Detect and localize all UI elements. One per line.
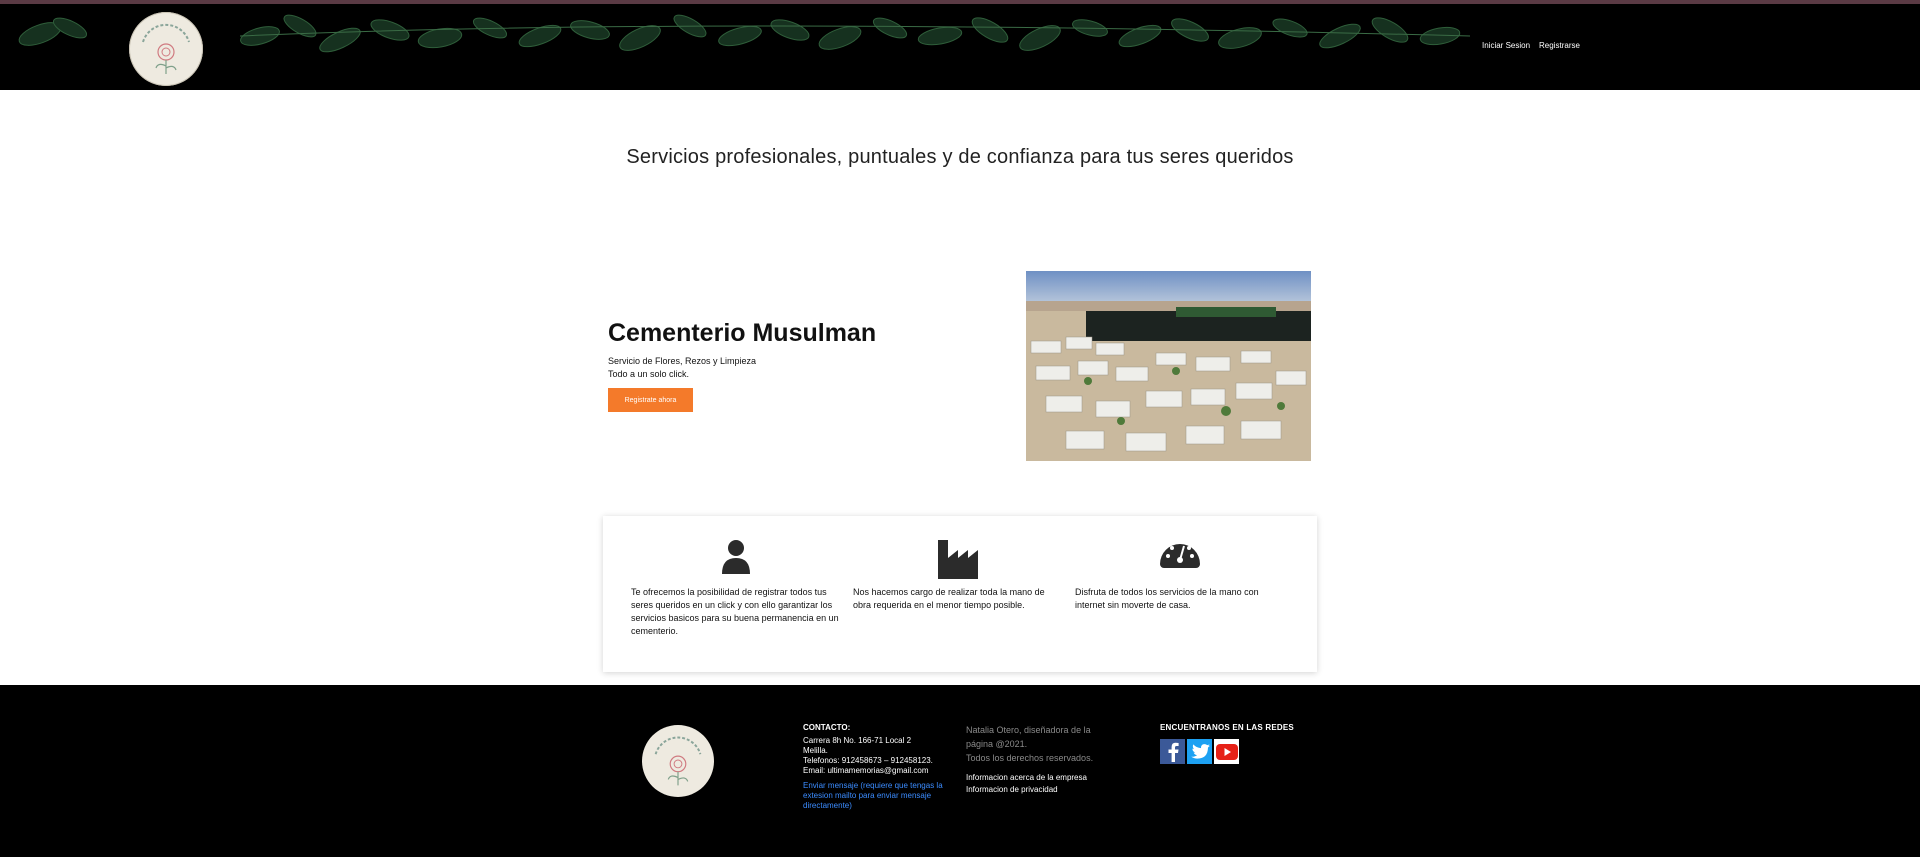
twitter-icon[interactable] (1187, 739, 1212, 764)
footer-social: ENCUENTRANOS EN LAS REDES (1160, 723, 1294, 764)
hero-tagline: Servicios profesionales, puntuales y de … (626, 146, 1294, 168)
youtube-icon[interactable] (1214, 739, 1239, 764)
footer-credits: Natalia Otero, diseñadora de la página @… (966, 723, 1106, 796)
credits-line2: Todos los derechos reservados. (966, 753, 1094, 763)
speedometer-icon (1075, 538, 1285, 582)
contact-heading: CONTACTO: (803, 723, 851, 732)
cemetery-photo (1026, 271, 1311, 461)
site-header: Iniciar Sesion Registrarse (0, 0, 1920, 90)
site-footer: CONTACTO: Carrera 8h No. 166-71 Local 2 … (0, 685, 1920, 857)
feature-subtitle-line1: Servicio de Flores, Rezos y Limpieza (608, 356, 757, 366)
login-link[interactable]: Iniciar Sesion (1482, 41, 1530, 50)
feature-subtitle-line2: Todo a un solo click. (608, 369, 690, 379)
facebook-icon[interactable] (1160, 739, 1185, 764)
feature-card-text: Disfruta de todos los servicios de la ma… (1075, 587, 1259, 610)
email: Email: ultimamemorias@gmail.com (803, 766, 929, 775)
privacy-link[interactable]: Informacion de privacidad (966, 784, 1106, 796)
send-message-link[interactable]: Enviar mensaje (requiere que tengas la e… (803, 781, 943, 811)
about-link[interactable]: Informacion acerca de la empresa (966, 772, 1106, 784)
feature-card-labor: Nos hacemos cargo de realizar toda la ma… (853, 538, 1063, 612)
feature-card-text: Te ofrecemos la posibilidad de registrar… (631, 587, 839, 636)
address-line1: Carrera 8h No. 166-71 Local 2 (803, 736, 912, 745)
top-nav: Iniciar Sesion Registrarse (1482, 41, 1580, 50)
social-heading: ENCUENTRANOS EN LAS REDES (1160, 723, 1294, 732)
feature-title: Cementerio Musulman (608, 319, 877, 347)
register-now-button[interactable]: Registrate ahora (608, 388, 693, 412)
feature-card-online: Disfruta de todos los servicios de la ma… (1075, 538, 1285, 612)
feature-card-text: Nos hacemos cargo de realizar toda la ma… (853, 587, 1045, 610)
footer-contact: CONTACTO: Carrera 8h No. 166-71 Local 2 … (803, 723, 943, 811)
leaf-pattern-decoration (18, 14, 1471, 53)
footer-links: Informacion acerca de la empresa Informa… (966, 772, 1106, 796)
site-logo[interactable] (129, 12, 203, 86)
credits-line1: Natalia Otero, diseñadora de la página @… (966, 725, 1091, 749)
footer-logo[interactable] (642, 725, 714, 797)
factory-icon (853, 538, 1063, 582)
features-card-panel: Te ofrecemos la posibilidad de registrar… (603, 516, 1317, 672)
phones: Telefonos: 912458673 – 912458123. (803, 756, 933, 765)
feature-card-register: Te ofrecemos la posibilidad de registrar… (631, 538, 841, 638)
social-icons (1160, 739, 1294, 764)
user-icon (631, 538, 841, 582)
address-line2: Melilla. (803, 746, 828, 755)
header-top-line (0, 0, 1920, 4)
register-link[interactable]: Registrarse (1539, 41, 1580, 50)
feature-subtitle: Servicio de Flores, Rezos y Limpieza Tod… (608, 355, 756, 381)
